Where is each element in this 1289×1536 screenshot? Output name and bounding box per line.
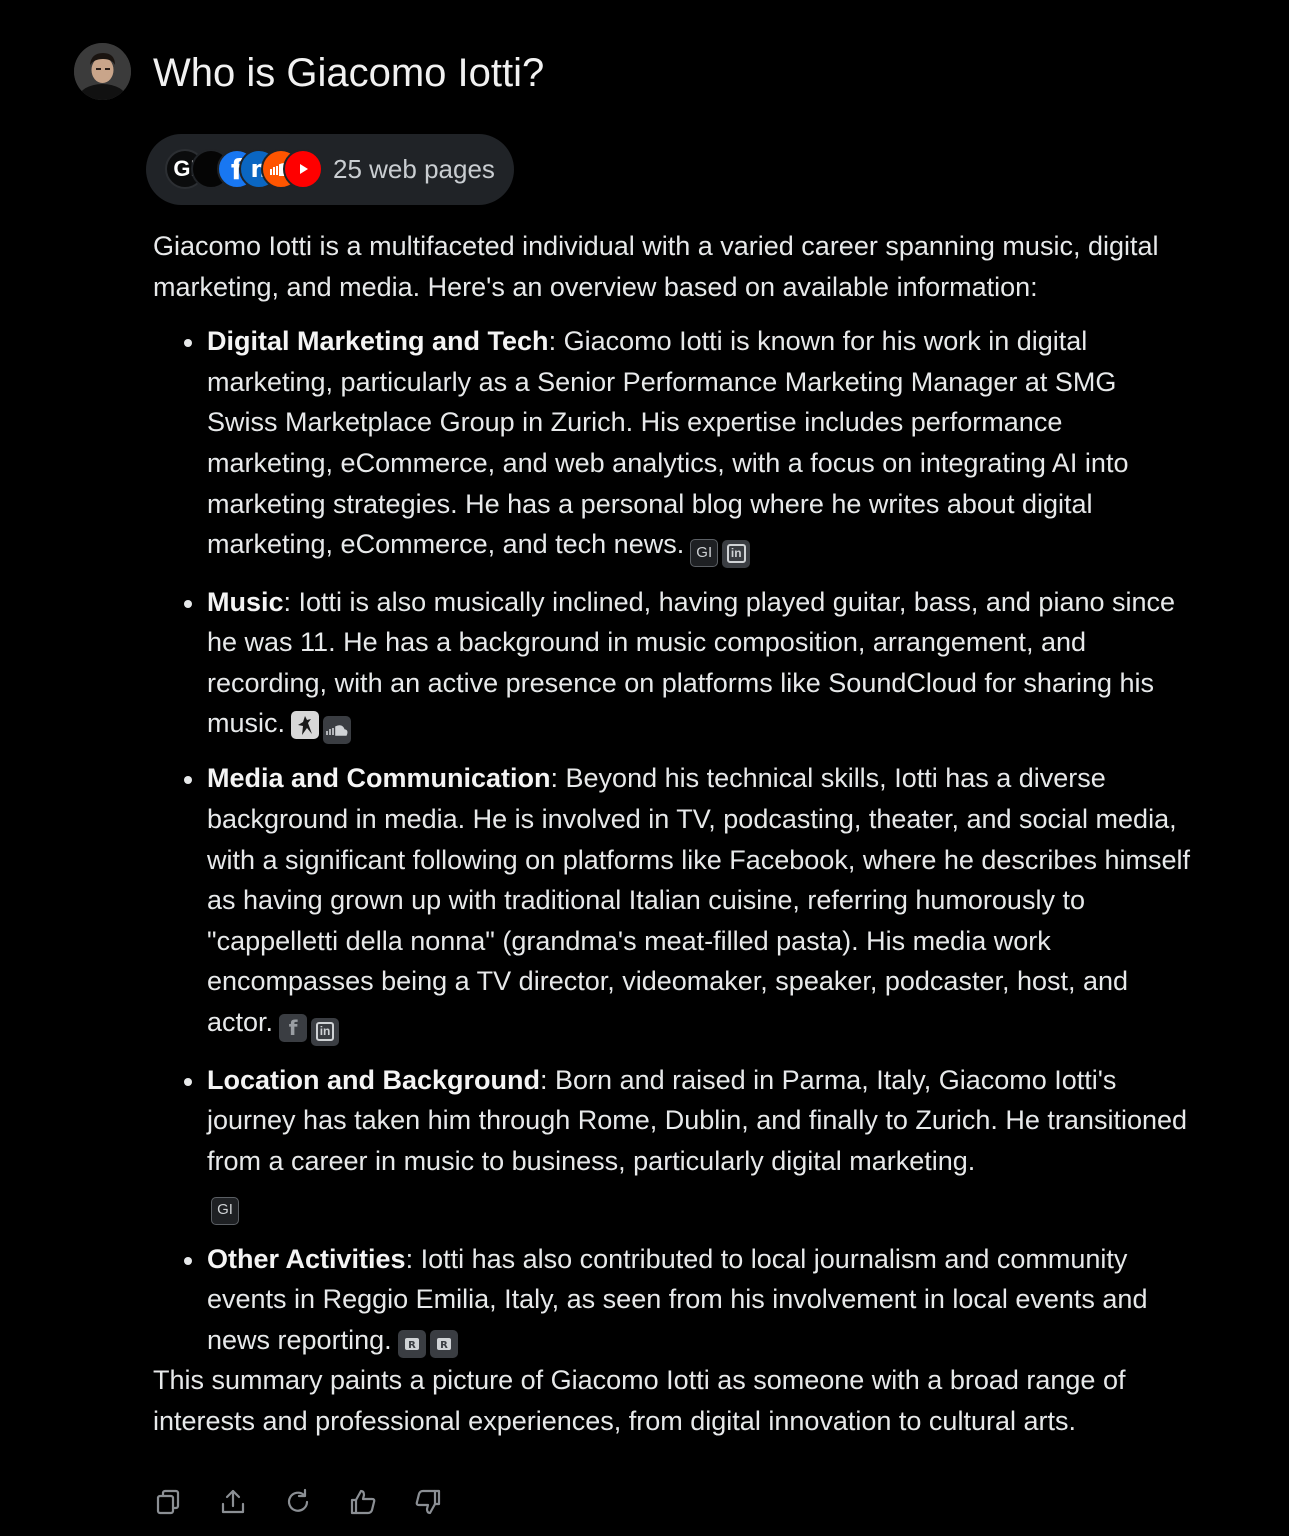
regenerate-icon <box>287 1488 309 1512</box>
action-bar <box>148 1482 468 1522</box>
thumbs-up-button[interactable] <box>343 1482 383 1522</box>
item-title: Other Activities <box>207 1243 406 1274</box>
answer-summary: This summary paints a picture of Giacomo… <box>153 1365 1126 1436</box>
list-item: Location and Background: Born and raised… <box>153 1060 1193 1225</box>
citation-news-site-icon[interactable]: R <box>397 1329 426 1358</box>
sources-button[interactable]: GI f n 25 web pages <box>146 134 514 205</box>
item-title: Digital Marketing and Tech <box>207 326 549 357</box>
answer-body: Giacomo Iotti is a multifaceted individu… <box>153 226 1193 1442</box>
facebook-glyph: f <box>288 1016 298 1040</box>
sources-count: 25 web pages <box>333 154 495 184</box>
answer-list: Digital Marketing and Tech: Giacomo Iott… <box>153 321 1193 1360</box>
svg-text:R: R <box>440 1340 448 1351</box>
user-avatar-image <box>74 43 131 100</box>
item-text: : Beyond his technical skills, Iotti has… <box>207 763 1190 1037</box>
thumbs-up-icon <box>350 1489 376 1515</box>
avatar <box>74 43 131 100</box>
citation-linkedin-icon[interactable]: in <box>722 539 751 568</box>
copy-icon <box>156 1489 180 1515</box>
linkedin-glyph: in <box>315 1022 335 1041</box>
list-item: Music: Iotti is also musically inclined,… <box>153 582 1193 745</box>
list-item: Other Activities: Iotti has also contrib… <box>153 1239 1193 1361</box>
linkedin-glyph: in <box>726 544 746 564</box>
share-button[interactable] <box>213 1482 253 1522</box>
citation-gi-icon[interactable]: GI <box>211 1196 239 1225</box>
list-item: Media and Communication: Beyond his tech… <box>153 758 1193 1046</box>
answer-intro: Giacomo Iotti is a multifaceted individu… <box>153 231 1159 302</box>
svg-text:R: R <box>408 1340 416 1351</box>
copy-button[interactable] <box>148 1482 188 1522</box>
thumbs-down-button[interactable] <box>408 1482 448 1522</box>
item-title: Music <box>207 586 284 617</box>
question-title: Who is Giacomo Iotti? <box>153 51 545 95</box>
item-text: : Iotti is also musically inclined, havi… <box>207 586 1176 739</box>
item-title: Media and Communication <box>207 763 551 794</box>
regenerate-button[interactable] <box>278 1482 318 1522</box>
citation-gi-icon[interactable]: GI <box>690 539 719 568</box>
item-title: Location and Background <box>207 1064 541 1095</box>
citation-soundcloud-icon[interactable] <box>323 716 352 745</box>
youtube-icon <box>283 149 323 189</box>
citation-linkedin-icon[interactable]: in <box>311 1017 340 1046</box>
citation-facebook-icon[interactable]: f <box>279 1014 308 1043</box>
source-icons: GI f n <box>165 149 325 189</box>
thumbs-down-icon <box>415 1489 441 1515</box>
citation-music-site-icon[interactable] <box>291 711 320 740</box>
citation-news-site-icon[interactable]: R <box>429 1329 458 1358</box>
share-icon <box>221 1489 245 1514</box>
list-item: Digital Marketing and Tech: Giacomo Iott… <box>153 321 1193 568</box>
item-text: : Giacomo Iotti is known for his work in… <box>207 326 1129 560</box>
